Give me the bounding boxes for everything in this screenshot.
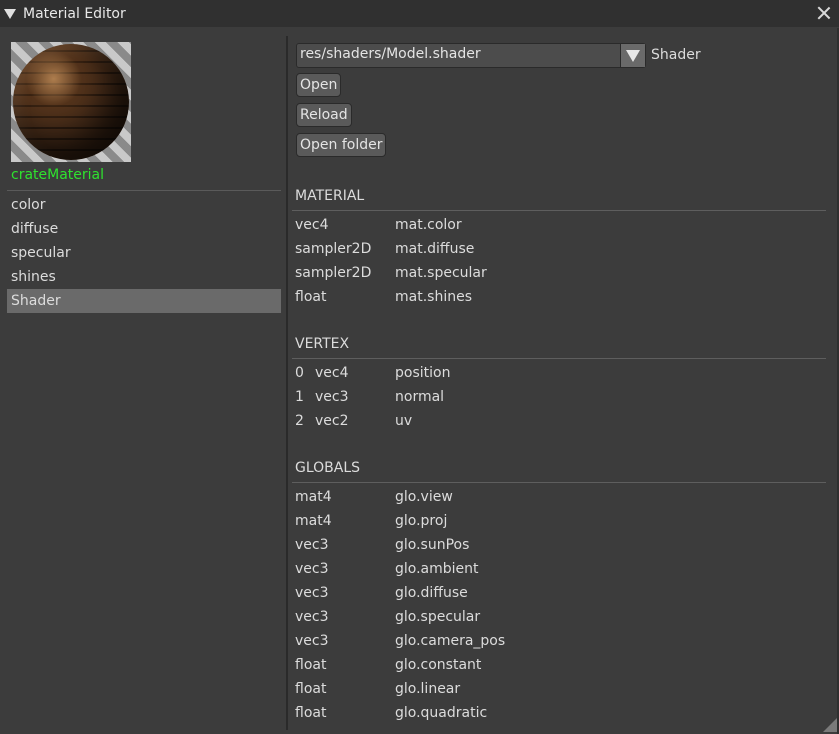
global-type: mat4 [295,489,332,505]
global-type: vec3 [295,561,329,577]
attribute-row: 0 vec4 position [295,361,815,385]
global-type: float [295,657,327,673]
property-item-color[interactable]: color [7,193,281,217]
global-row: vec3 glo.ambient [295,557,815,581]
attribute-location: 2 [295,413,304,429]
global-name: glo.diffuse [395,585,468,601]
attribute-name: normal [395,389,445,405]
property-item-diffuse[interactable]: diffuse [7,217,281,241]
panel-splitter[interactable] [286,36,288,730]
attribute-name: uv [395,413,413,429]
global-type: vec3 [295,633,329,649]
uniform-name: mat.color [395,217,462,233]
global-type: vec3 [295,585,329,601]
uniform-name: mat.shines [395,289,472,305]
title-bar[interactable]: Material Editor [0,0,839,27]
uniform-type: vec4 [295,217,329,233]
collapse-arrow-icon[interactable] [4,8,16,19]
attribute-location: 1 [295,389,304,405]
attribute-type: vec2 [315,413,349,429]
global-name: glo.quadratic [395,705,488,721]
global-type: vec3 [295,609,329,625]
global-type: vec3 [295,537,329,553]
global-type: float [295,681,327,697]
global-name: glo.camera_pos [395,633,506,649]
uniform-name: mat.specular [395,265,487,281]
global-name: glo.linear [395,681,461,697]
global-type: float [295,705,327,721]
shader-select[interactable]: res/shaders/Model.shader [296,43,646,68]
material-preview [11,42,131,162]
close-icon[interactable] [815,4,833,22]
shader-panel: res/shaders/Model.shader Shader Open Rel… [292,36,826,730]
material-editor-window: Material Editor crateMaterial color diff… [0,0,839,734]
preview-sphere [13,44,129,160]
uniform-row: vec4 mat.color [295,213,815,237]
attribute-name: position [395,365,451,381]
global-name: glo.ambient [395,561,479,577]
uniform-row: float mat.shines [295,285,815,309]
divider [292,210,826,211]
global-row: float glo.linear [295,677,815,701]
uniform-name: mat.diffuse [395,241,475,257]
global-name: glo.sunPos [395,537,470,553]
global-row: vec3 glo.camera_pos [295,629,815,653]
uniform-row: sampler2D mat.diffuse [295,237,815,261]
open-button[interactable]: Open [296,73,342,97]
global-row: float glo.quadratic [295,701,815,725]
material-section-title: MATERIAL [295,188,365,204]
uniform-type: sampler2D [295,241,372,257]
vertex-section-title: VERTEX [295,336,350,352]
globals-section-title: GLOBALS [295,460,361,476]
global-row: vec3 glo.diffuse [295,581,815,605]
shader-path: res/shaders/Model.shader [300,46,481,62]
global-name: glo.view [395,489,453,505]
global-name: glo.proj [395,513,448,529]
property-item-shines[interactable]: shines [7,265,281,289]
attribute-type: vec4 [315,365,349,381]
dropdown-button[interactable] [620,44,645,67]
global-row: mat4 glo.view [295,485,815,509]
attribute-row: 1 vec3 normal [295,385,815,409]
attribute-location: 0 [295,365,304,381]
property-item-specular[interactable]: specular [7,241,281,265]
global-row: mat4 glo.proj [295,509,815,533]
property-list: color diffuse specular shines Shader [7,193,281,313]
global-row: vec3 glo.sunPos [295,533,815,557]
shader-label: Shader [651,47,701,63]
divider [292,358,826,359]
uniform-type: float [295,289,327,305]
window-title: Material Editor [23,5,126,22]
divider [292,482,826,483]
uniform-row: sampler2D mat.specular [295,261,815,285]
global-name: glo.specular [395,609,481,625]
reload-button[interactable]: Reload [296,103,352,127]
attribute-row: 2 vec2 uv [295,409,815,433]
global-type: mat4 [295,513,332,529]
property-item-shader[interactable]: Shader [7,289,281,313]
open-folder-button[interactable]: Open folder [296,133,387,157]
resize-grip-icon[interactable] [823,718,837,732]
material-name: crateMaterial [11,167,105,183]
global-row: vec3 glo.specular [295,605,815,629]
attribute-type: vec3 [315,389,349,405]
property-panel: crateMaterial color diffuse specular shi… [7,38,281,728]
uniform-type: sampler2D [295,265,372,281]
global-name: glo.constant [395,657,482,673]
divider [7,190,281,191]
chevron-down-icon [626,50,640,62]
global-row: float glo.constant [295,653,815,677]
